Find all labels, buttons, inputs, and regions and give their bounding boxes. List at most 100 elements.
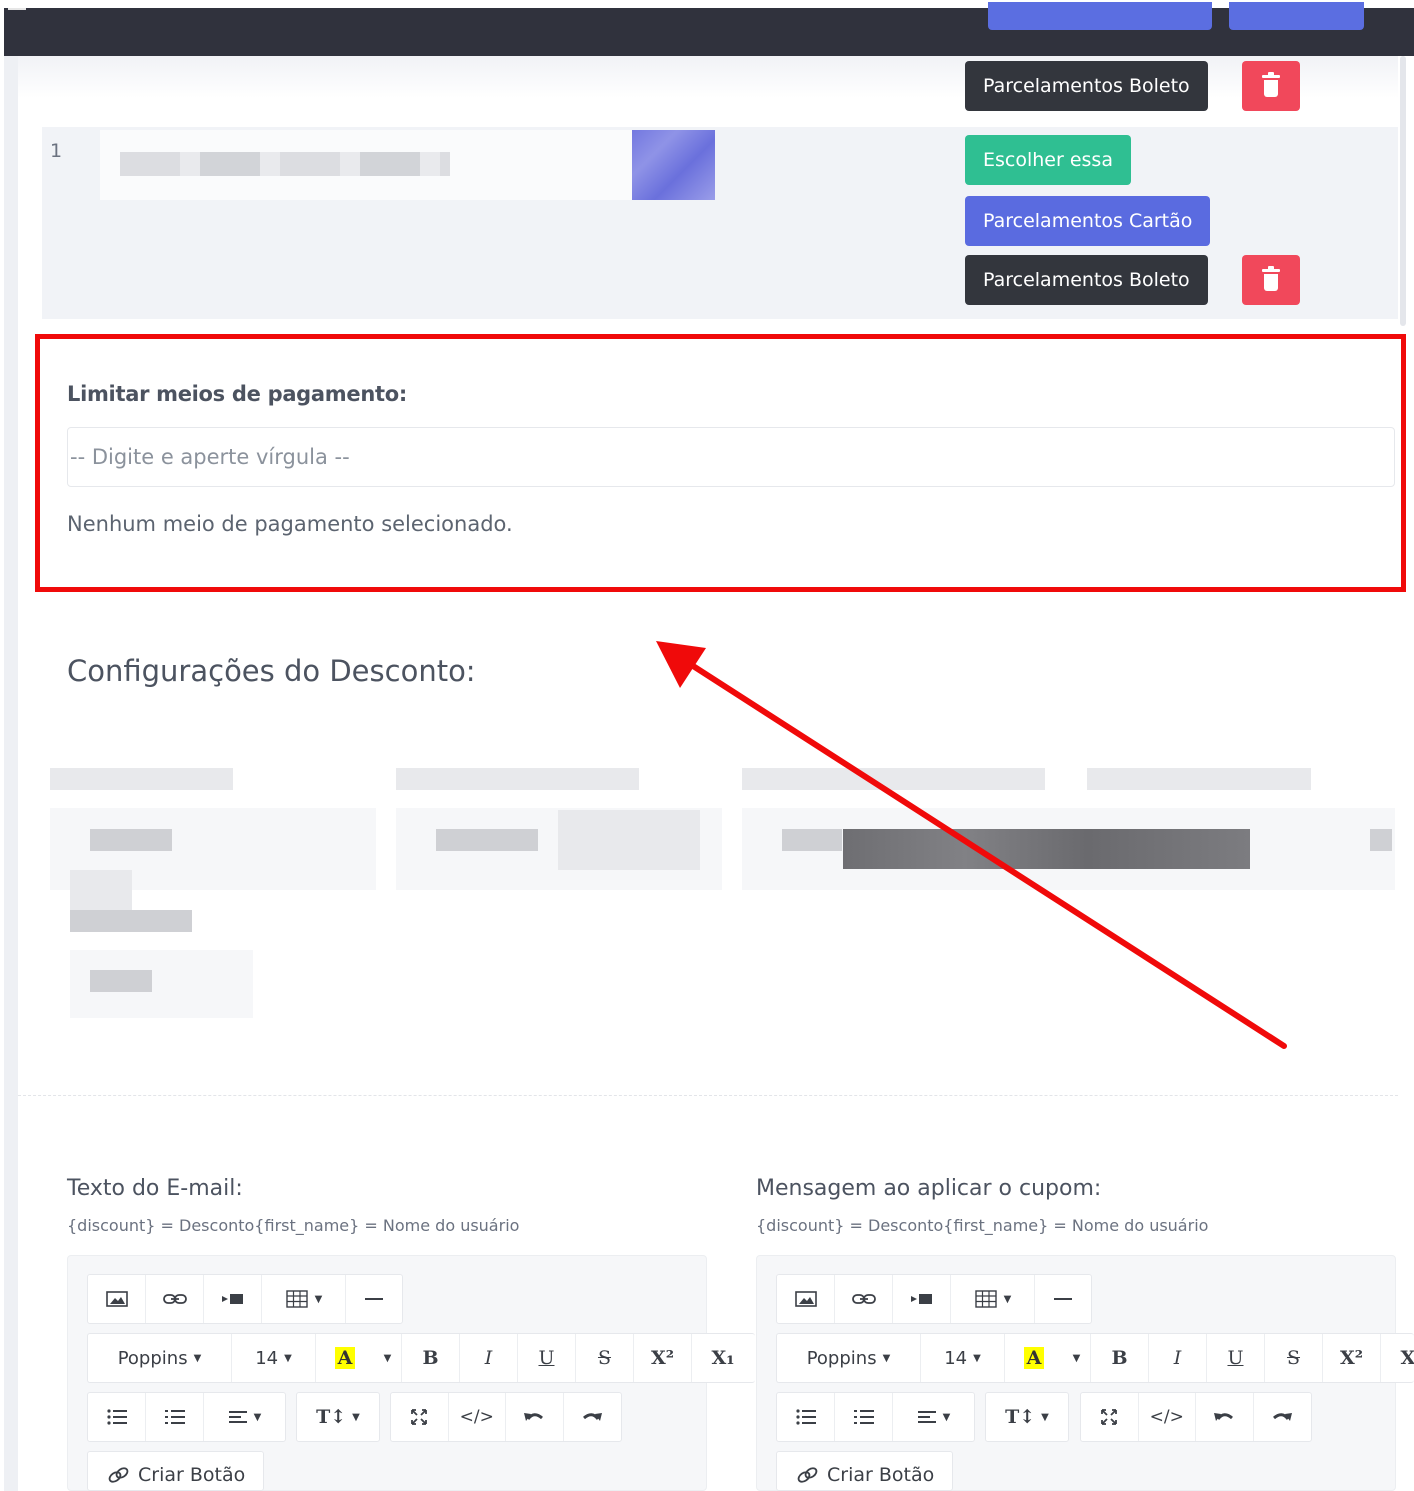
menu-icon[interactable] (8, 8, 26, 10)
redo-icon[interactable] (564, 1393, 622, 1441)
ordered-list-icon[interactable] (835, 1393, 893, 1441)
italic-button[interactable]: I (1149, 1334, 1207, 1382)
code-view-button[interactable]: </> (449, 1393, 506, 1441)
chevron-down-icon: ▼ (314, 1293, 323, 1305)
coupon-message-label: Mensagem ao aplicar o cupom: (756, 1176, 1102, 1201)
chevron-down-icon: ▼ (284, 1352, 292, 1364)
redo-icon[interactable] (1254, 1393, 1312, 1441)
subscript-button[interactable]: X₁ (692, 1334, 754, 1382)
unordered-list-icon[interactable] (777, 1393, 835, 1441)
payment-limit-label: Limitar meios de pagamento: (67, 382, 407, 406)
font-family-select[interactable]: Poppins ▼ (777, 1334, 921, 1382)
underline-button[interactable]: U (1207, 1334, 1265, 1382)
horizontal-rule-icon[interactable] (346, 1275, 402, 1323)
superscript-button[interactable]: X² (634, 1334, 692, 1382)
video-icon[interactable] (204, 1275, 262, 1323)
image-icon[interactable] (777, 1275, 835, 1323)
underline-button[interactable]: U (518, 1334, 576, 1382)
image-icon[interactable] (88, 1275, 146, 1323)
redacted-label (1087, 768, 1311, 790)
redacted-text (1370, 829, 1392, 851)
fullscreen-icon[interactable] (391, 1393, 449, 1441)
horizontal-rule-icon[interactable] (1035, 1275, 1091, 1323)
subscript-button[interactable]: X₁ (1381, 1334, 1414, 1382)
strikethrough-button[interactable]: S (576, 1334, 634, 1382)
escolher-essa-button[interactable]: Escolher essa (965, 135, 1131, 185)
ordered-list-icon[interactable] (146, 1393, 204, 1441)
scrollbar[interactable] (1400, 56, 1406, 326)
chevron-down-icon: ▼ (1003, 1293, 1012, 1305)
text-color-button[interactable]: A (1005, 1334, 1063, 1382)
chevron-down-icon: ▼ (253, 1411, 262, 1423)
bold-button[interactable]: B (1091, 1334, 1149, 1382)
section-divider (18, 1095, 1398, 1096)
align-icon[interactable]: ▼ (893, 1393, 974, 1441)
superscript-button[interactable]: X² (1323, 1334, 1381, 1382)
fullscreen-icon[interactable] (1081, 1393, 1139, 1441)
top-navbar (4, 2, 1414, 56)
redacted-label (70, 870, 132, 910)
table-icon[interactable]: ▼ (262, 1275, 346, 1323)
chevron-down-icon: ▼ (973, 1352, 981, 1364)
font-family-value: Poppins (117, 1347, 188, 1369)
redacted-image (632, 130, 715, 200)
redacted-text (70, 910, 192, 932)
delete-button[interactable] (1242, 61, 1300, 111)
font-size-select[interactable]: 14 ▼ (921, 1334, 1005, 1382)
unordered-list-icon[interactable] (88, 1393, 146, 1441)
text-color-button[interactable]: A (316, 1334, 374, 1382)
line-height-toolbar-group: T↕ ▼ (985, 1392, 1069, 1442)
payment-methods-input[interactable] (67, 427, 1395, 487)
row-index: 1 (50, 140, 63, 162)
link-icon (797, 1467, 818, 1483)
text-color-icon: A (1023, 1347, 1045, 1369)
coupon-message-hint: {discount} = Desconto{first_name} = Nome… (756, 1216, 1209, 1235)
bold-button[interactable]: B (402, 1334, 460, 1382)
font-family-select[interactable]: Poppins ▼ (88, 1334, 232, 1382)
insert-toolbar-group: ▼ (87, 1274, 403, 1324)
toolbar-action-button[interactable] (988, 2, 1212, 30)
line-height-icon: T↕ (1005, 1406, 1036, 1428)
line-height-toolbar-group: T↕ ▼ (296, 1392, 380, 1442)
strikethrough-button[interactable]: S (1265, 1334, 1323, 1382)
discount-settings-title: Configurações do Desconto: (67, 654, 476, 688)
redacted-label (396, 768, 639, 790)
video-icon[interactable] (893, 1275, 951, 1323)
italic-button[interactable]: I (460, 1334, 518, 1382)
font-family-value: Poppins (806, 1347, 877, 1369)
misc-toolbar-group: </> (1080, 1392, 1312, 1442)
text-color-dropdown[interactable]: ▼ (1063, 1334, 1091, 1382)
code-view-button[interactable]: </> (1139, 1393, 1196, 1441)
toolbar-action-button-secondary[interactable] (1229, 2, 1364, 30)
undo-icon[interactable] (1196, 1393, 1254, 1441)
link-icon[interactable] (146, 1275, 204, 1323)
line-height-button[interactable]: T↕ ▼ (297, 1393, 379, 1441)
line-height-button[interactable]: T↕ ▼ (986, 1393, 1068, 1441)
create-button-button[interactable]: Criar Botão (87, 1451, 265, 1491)
create-button-button[interactable]: Criar Botão (776, 1451, 954, 1491)
link-icon[interactable] (835, 1275, 893, 1323)
parcelamentos-cartao-button[interactable]: Parcelamentos Cartão (965, 196, 1211, 246)
parcelamentos-boleto-button[interactable]: Parcelamentos Boleto (965, 255, 1208, 305)
trash-icon (1262, 72, 1280, 98)
align-icon[interactable]: ▼ (204, 1393, 285, 1441)
email-text-label: Texto do E-mail: (67, 1176, 243, 1201)
text-color-dropdown[interactable]: ▼ (374, 1334, 402, 1382)
list-toolbar-group: ▼ (776, 1392, 975, 1442)
undo-icon[interactable] (506, 1393, 564, 1441)
font-size-select[interactable]: 14 ▼ (232, 1334, 316, 1382)
chevron-down-icon: ▼ (1041, 1411, 1049, 1423)
table-icon[interactable]: ▼ (951, 1275, 1035, 1323)
parcelamentos-boleto-button[interactable]: Parcelamentos Boleto (965, 61, 1208, 111)
chevron-down-icon: ▼ (882, 1352, 891, 1364)
misc-toolbar-group: </> (390, 1392, 622, 1442)
redacted-text (90, 829, 172, 851)
line-height-icon: T↕ (316, 1406, 347, 1428)
delete-button[interactable] (1242, 255, 1300, 305)
redacted-label (742, 768, 1045, 790)
redacted-text (843, 829, 1250, 869)
chevron-down-icon: ▼ (352, 1411, 360, 1423)
font-size-value: 14 (255, 1347, 279, 1369)
redacted-text (436, 829, 538, 851)
redacted-label (50, 768, 233, 790)
